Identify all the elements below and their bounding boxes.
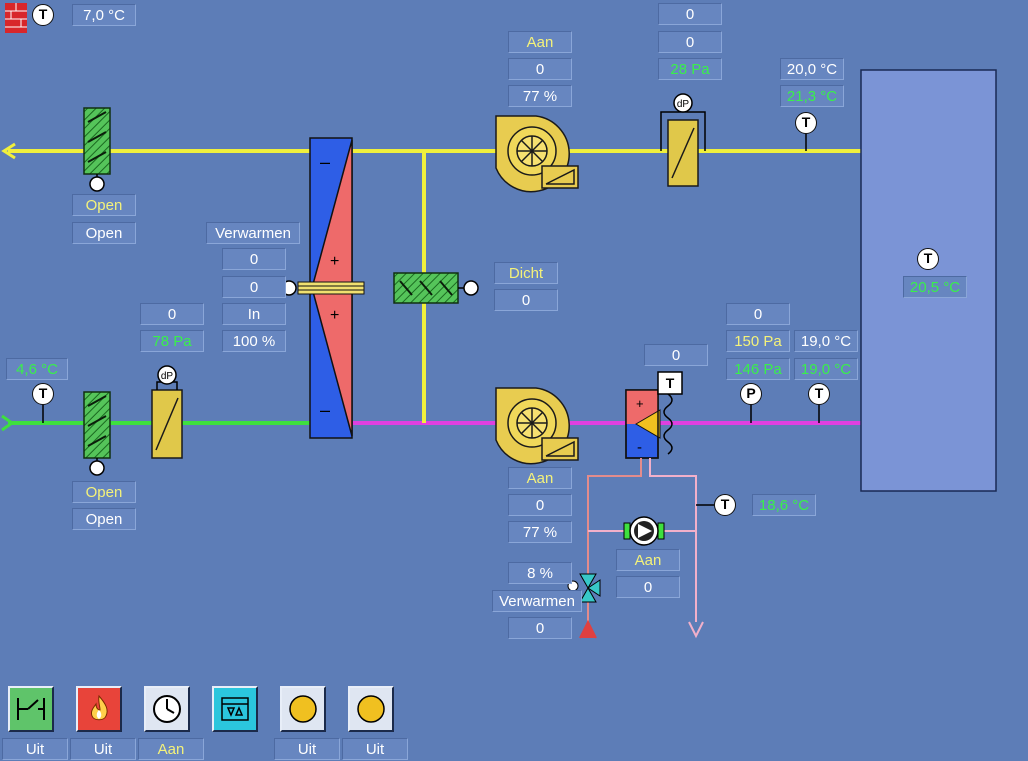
- heat-recovery-value-2: 0: [222, 276, 286, 298]
- return-water-arrow: [688, 621, 704, 639]
- water-temperature-value: 18,6 °C: [752, 494, 816, 516]
- outside-temperature-value: 7,0 °C: [72, 4, 136, 26]
- exhaust-filter-value-1: 0: [658, 3, 722, 25]
- switch-button[interactable]: [8, 686, 54, 732]
- heat-recovery-value-1: 0: [222, 248, 286, 270]
- outside-temperature-sensor-icon[interactable]: T: [32, 4, 54, 26]
- extract-temperature-value: 21,3 °C: [780, 85, 844, 107]
- clock-button-label: Aan: [138, 738, 204, 760]
- exhaust-filter-pressure: 28 Pa: [658, 58, 722, 80]
- room-temperature-sensor-icon[interactable]: T: [917, 248, 939, 270]
- svg-text:+: +: [636, 396, 644, 411]
- pump-value: 0: [616, 576, 680, 598]
- intake-damper-state: Open: [72, 481, 136, 503]
- heating-coil-value: 0: [644, 344, 708, 366]
- heating-coil[interactable]: + - T: [625, 371, 683, 459]
- supply-pressure-sensor-icon[interactable]: P: [740, 383, 762, 405]
- intake-temperature-sensor-icon[interactable]: T: [32, 383, 54, 405]
- exhaust-fan-percent: 77 %: [508, 85, 572, 107]
- clock-button[interactable]: [144, 686, 190, 732]
- valve-control-button[interactable]: [212, 686, 258, 732]
- supply-fan-value: 0: [508, 494, 572, 516]
- exhaust-fan-status: Aan: [508, 31, 572, 53]
- intake-temperature-value: 4,6 °C: [6, 358, 68, 380]
- water-temperature-sensor-icon[interactable]: T: [714, 494, 736, 516]
- svg-text:dP: dP: [161, 371, 174, 382]
- switch-icon: [17, 698, 45, 720]
- supply-fan-percent: 77 %: [508, 521, 572, 543]
- fire-icon: [91, 694, 108, 721]
- svg-text:–: –: [320, 400, 330, 420]
- supply-pressure-setpoint: 150 Pa: [726, 330, 790, 352]
- supply-water-arrow: [579, 619, 597, 639]
- exhaust-damper-state: Open: [72, 194, 136, 216]
- intake-inlet-arrow: [1, 414, 15, 432]
- svg-text:–: –: [320, 152, 330, 172]
- exhaust-fan-value: 0: [508, 58, 572, 80]
- pump-status: Aan: [616, 549, 680, 571]
- bypass-damper[interactable]: [393, 272, 479, 304]
- lamp-button-2-label: Uit: [342, 738, 408, 760]
- indicator-lamp-button-2[interactable]: [348, 686, 394, 732]
- circulation-pump[interactable]: [623, 516, 665, 546]
- outside-building-icon: [5, 3, 27, 33]
- svg-text:-: -: [637, 439, 642, 456]
- extract-temperature-setpoint: 20,0 °C: [780, 58, 844, 80]
- hvac-schematic: dP – – + + dP + - T: [1, 3, 997, 639]
- intake-filter-setpoint: 0: [140, 303, 204, 325]
- intake-damper[interactable]: [83, 391, 111, 476]
- valve-mode: Verwarmen: [492, 590, 582, 612]
- supply-fan-status: Aan: [508, 467, 572, 489]
- supply-temperature-setpoint: 19,0 °C: [794, 330, 858, 352]
- clock-icon: [153, 695, 181, 723]
- supply-pressure-actual: 146 Pa: [726, 358, 790, 380]
- svg-text:dP: dP: [677, 99, 690, 110]
- exhaust-damper[interactable]: [83, 107, 111, 192]
- heat-recovery-mode: Verwarmen: [206, 222, 300, 244]
- intake-filter-pressure: 78 Pa: [140, 330, 204, 352]
- exhaust-filter-value-2: 0: [658, 31, 722, 53]
- extract-temperature-sensor-icon[interactable]: T: [795, 112, 817, 134]
- svg-text:+: +: [330, 253, 339, 270]
- fire-button[interactable]: [76, 686, 122, 732]
- lamp-button-1-label: Uit: [274, 738, 340, 760]
- valve-percent: 8 %: [508, 562, 572, 584]
- supply-temperature-value: 19,0 °C: [794, 358, 858, 380]
- indicator-lamp-button-1[interactable]: [280, 686, 326, 732]
- svg-text:T: T: [666, 375, 675, 391]
- switch-button-label: Uit: [2, 738, 68, 760]
- supply-pressure-value: 0: [726, 303, 790, 325]
- bypass-damper-state: Dicht: [494, 262, 558, 284]
- room-temperature-value: 20,5 °C: [903, 276, 967, 298]
- exhaust-filter[interactable]: dP: [660, 93, 706, 187]
- supply-temperature-sensor-icon[interactable]: T: [808, 383, 830, 405]
- intake-damper-feedback: Open: [72, 508, 136, 530]
- heat-recovery-direction: In: [222, 303, 286, 325]
- valve-value: 0: [508, 617, 572, 639]
- fire-button-label: Uit: [70, 738, 136, 760]
- heat-recovery-percent: 100 %: [222, 330, 286, 352]
- exhaust-damper-feedback: Open: [72, 222, 136, 244]
- supply-fan[interactable]: [495, 387, 579, 465]
- indicator-lamp-icon: [357, 695, 385, 723]
- bypass-damper-value: 0: [494, 289, 558, 311]
- heat-recovery-wheel[interactable]: – – + +: [281, 137, 365, 439]
- intake-filter[interactable]: dP: [151, 365, 183, 459]
- svg-text:+: +: [330, 307, 339, 324]
- exhaust-fan[interactable]: [495, 115, 579, 193]
- indicator-lamp-icon: [289, 695, 317, 723]
- valve-control-icon: [221, 697, 249, 721]
